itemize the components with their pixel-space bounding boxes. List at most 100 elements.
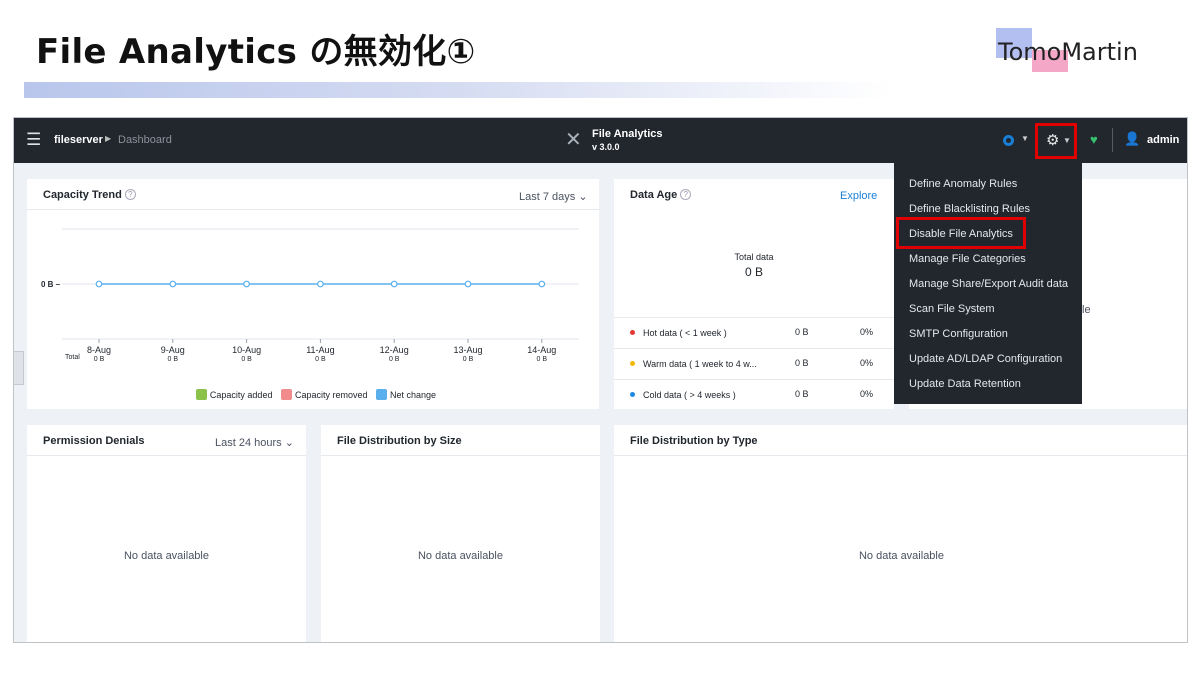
logo-text: TomoMartin (998, 38, 1138, 66)
x-tick-label: 10-Aug (232, 345, 261, 355)
task-status-icon[interactable] (1003, 135, 1014, 146)
data-age-color-dot (630, 330, 635, 335)
slide-title: File Analytics の無効化① (36, 32, 476, 72)
legend-label[interactable]: Capacity removed (295, 390, 368, 400)
help-icon[interactable]: ? (680, 189, 692, 200)
legend-swatch-net-change (376, 389, 388, 400)
data-age-row[interactable]: Hot data ( < 1 week ) 0 B 0% (614, 317, 894, 348)
panel-title: File Distribution by Size (337, 435, 462, 447)
menu-item-update-data-retention[interactable]: Update Data Retention (909, 378, 1021, 390)
data-age-label: Warm data ( 1 week to 4 w... (643, 359, 757, 369)
data-age-percent: 0% (860, 358, 874, 368)
capacity-trend-chart: 0 B –Total8-Aug0 B9-Aug0 B10-Aug0 B11-Au… (41, 228, 579, 363)
data-age-panel: Data Age? Explore Total data 0 B Hot dat… (614, 179, 894, 409)
file-analytics-app: ☰ fileserver ▶ Dashboard ✕ File Analytic… (13, 117, 1188, 643)
data-age-size: 0 B (795, 389, 809, 399)
title-underline-bar (24, 82, 892, 98)
x-tick-label: 14-Aug (527, 345, 556, 355)
data-age-label: Cold data ( > 4 weeks ) (643, 390, 736, 400)
menu-item-update-ad-ldap-configuration[interactable]: Update AD/LDAP Configuration (909, 353, 1062, 365)
breadcrumb-page: Dashboard (118, 134, 172, 146)
nutanix-x-logo-icon: ✕ (565, 129, 582, 151)
data-point (464, 280, 472, 288)
menu-item-define-blacklisting-rules[interactable]: Define Blacklisting Rules (909, 203, 1030, 215)
help-icon[interactable]: ? (124, 189, 136, 200)
range-select[interactable]: Last 7 days ⌄ (519, 190, 588, 203)
x-tick-label: 8-Aug (87, 345, 111, 355)
panel-title: Data Age? (630, 189, 692, 201)
brand-logo: TomoMartin (996, 28, 1156, 74)
x-total-label: 0 B (537, 356, 548, 363)
data-age-row[interactable]: Warm data ( 1 week to 4 w... 0 B 0% (614, 348, 894, 379)
menu-item-manage-share-export-audit-data[interactable]: Manage Share/Export Audit data (909, 278, 1068, 290)
user-icon[interactable]: 👤 (1124, 131, 1140, 147)
breadcrumb-cluster[interactable]: fileserver (54, 134, 103, 146)
chevron-down-icon: ▼ (1063, 136, 1071, 145)
file-distribution-size-panel: File Distribution by Size No data availa… (321, 425, 600, 642)
data-point (243, 280, 251, 288)
settings-menu-button[interactable]: ⚙ ▼ (1035, 123, 1077, 159)
data-age-row[interactable]: Cold data ( > 4 weeks ) 0 B 0% (614, 379, 894, 410)
app-version: v 3.0.0 (592, 142, 620, 152)
panel-text-fragment: le (1082, 304, 1091, 316)
legend-label[interactable]: Net change (390, 390, 436, 400)
empty-state: No data available (123, 550, 209, 562)
data-point (317, 280, 324, 288)
empty-state: No data available (417, 550, 503, 562)
health-heart-icon[interactable]: ♥ (1090, 132, 1098, 147)
data-age-percent: 0% (860, 327, 874, 337)
panel-title: Permission Denials (43, 435, 145, 447)
total-data-value: 0 B (744, 265, 763, 279)
breadcrumb-separator-icon: ▶ (105, 134, 112, 143)
data-age-color-dot (630, 361, 635, 366)
data-age-percent: 0% (860, 389, 874, 399)
legend-label[interactable]: Capacity added (210, 390, 273, 400)
empty-state: No data available (858, 550, 944, 562)
total-data-label: Total data (734, 252, 774, 262)
x-tick-label: 9-Aug (161, 345, 185, 355)
user-menu[interactable]: admin (1147, 134, 1179, 146)
legend-swatch-capacity-added (195, 389, 207, 400)
hamburger-icon[interactable]: ☰ (26, 130, 41, 150)
top-navigation-bar: ☰ fileserver ▶ Dashboard ✕ File Analytic… (14, 118, 1187, 163)
data-point (390, 280, 398, 288)
x-total-label: 0 B (168, 356, 179, 363)
data-point (95, 280, 103, 288)
file-distribution-type-panel: File Distribution by Type No data availa… (614, 425, 1187, 642)
x-total-label: 0 B (463, 356, 474, 363)
app-name: File Analytics (592, 128, 663, 140)
legend-swatch-capacity-removed (280, 389, 292, 400)
highlight-box-disable-file-analytics (896, 217, 1026, 249)
side-drawer-handle[interactable] (14, 351, 24, 385)
capacity-trend-panel: Capacity Trend? Last 7 days ⌄ 0 B – Total… (27, 179, 599, 409)
x-tick-label: 13-Aug (453, 345, 482, 355)
x-total-label: 0 B (94, 356, 105, 363)
data-age-size: 0 B (795, 358, 809, 368)
panel-divider (614, 455, 1187, 456)
panel-title: File Distribution by Type (630, 435, 758, 447)
range-select[interactable]: Last 24 hours ⌄ (215, 436, 294, 449)
x-total-label: 0 B (241, 356, 252, 363)
data-age-color-dot (630, 392, 635, 397)
x-tick-label: 12-Aug (380, 345, 409, 355)
panel-title: Capacity Trend? (43, 189, 136, 201)
menu-item-smtp-configuration[interactable]: SMTP Configuration (909, 328, 1008, 340)
chart-legend: Capacity added Capacity removed Net chan… (27, 389, 599, 400)
chevron-down-icon[interactable]: ▼ (1021, 134, 1029, 143)
gear-icon: ⚙ (1046, 132, 1060, 149)
data-age-size: 0 B (795, 327, 809, 337)
settings-dropdown-menu: Define Anomaly Rules Define Blacklisting … (894, 163, 1082, 404)
menu-item-define-anomaly-rules[interactable]: Define Anomaly Rules (909, 178, 1017, 190)
data-age-label: Hot data ( < 1 week ) (643, 328, 727, 338)
y-tick-label: 0 B – (41, 280, 61, 289)
x-tick-label: 11-Aug (306, 345, 334, 355)
data-point (538, 280, 546, 288)
panel-divider (27, 455, 306, 456)
explore-link[interactable]: Explore (840, 190, 877, 202)
permission-denials-panel: Permission Denials Last 24 hours ⌄ No da… (27, 425, 306, 642)
menu-item-manage-file-categories[interactable]: Manage File Categories (909, 253, 1026, 265)
x-total-label: 0 B (389, 356, 400, 363)
x-total-label: 0 B (315, 356, 326, 363)
data-point (169, 280, 177, 288)
menu-item-scan-file-system[interactable]: Scan File System (909, 303, 995, 315)
